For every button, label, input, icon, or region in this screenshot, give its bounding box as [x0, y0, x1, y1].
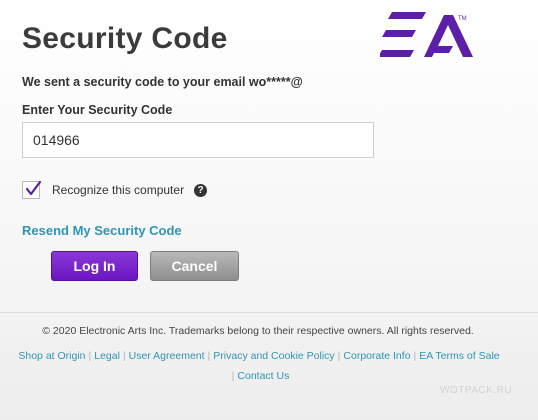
footer-link-contact-us[interactable]: Contact Us: [237, 370, 289, 382]
login-button[interactable]: Log In: [51, 251, 138, 281]
footer-separator: |: [413, 350, 417, 362]
footer-separator: |: [122, 350, 126, 362]
footer-divider: [0, 312, 538, 313]
security-code-label: Enter Your Security Code: [22, 103, 173, 117]
watermark: WOTPACK.RU: [440, 385, 513, 396]
footer-link-user-agreement[interactable]: User Agreement: [129, 350, 205, 362]
cancel-button[interactable]: Cancel: [150, 251, 239, 281]
footer-link-corporate-info[interactable]: Corporate Info: [343, 350, 410, 362]
trademark-symbol: TM: [458, 16, 467, 22]
help-icon[interactable]: ?: [194, 184, 207, 197]
recognize-computer-checkbox[interactable]: [22, 180, 42, 199]
page-title: Security Code: [22, 22, 228, 55]
footer-separator: |: [88, 350, 92, 362]
copyright-text: © 2020 Electronic Arts Inc. Trademarks b…: [42, 325, 474, 337]
footer-link-legal[interactable]: Legal: [94, 350, 120, 362]
footer-separator: |: [207, 350, 211, 362]
security-code-input[interactable]: [22, 122, 374, 158]
footer-link-privacy-cookie-policy[interactable]: Privacy and Cookie Policy: [213, 350, 334, 362]
footer-link-ea-terms-of-sale[interactable]: EA Terms of Sale: [419, 350, 499, 362]
footer-link-shop-at-origin[interactable]: Shop at Origin: [18, 350, 85, 362]
recognize-computer-label: Recognize this computer: [52, 183, 185, 197]
checkmark-icon: [25, 180, 42, 196]
ea-logo: TM: [380, 12, 473, 57]
resend-code-link[interactable]: Resend My Security Code: [22, 223, 182, 238]
security-code-message: We sent a security code to your email wo…: [22, 75, 303, 89]
footer-links: Shop at Origin | Legal | User Agreement | Priv…: [0, 346, 518, 386]
